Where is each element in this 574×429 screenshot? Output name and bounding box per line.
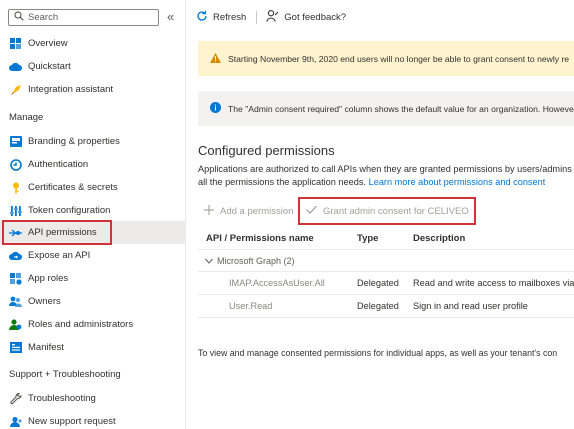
refresh-label: Refresh <box>213 11 247 23</box>
learn-more-link[interactable]: Learn more about permissions and consent <box>369 177 546 187</box>
key-icon <box>9 181 22 194</box>
page-section-title: Configured permissions <box>198 143 335 158</box>
sidebar-item-label: Owners <box>28 296 61 307</box>
branding-icon <box>9 135 22 148</box>
grid-icon <box>9 37 22 50</box>
sidebar-item-label: Overview <box>28 38 68 49</box>
search-box[interactable] <box>8 9 159 26</box>
token-icon <box>9 204 22 217</box>
highlight-grant-consent <box>298 197 476 225</box>
info-banner: The "Admin consent required" column show… <box>198 91 574 126</box>
column-header-type[interactable]: Type <box>357 233 378 244</box>
search-input[interactable] <box>28 12 148 23</box>
roles-icon <box>9 318 22 331</box>
description-line-2-text: all the permissions the application need… <box>198 177 367 187</box>
warning-icon <box>210 52 221 65</box>
cloud-icon <box>9 60 22 73</box>
sidebar-item-label: Certificates & secrets <box>28 182 118 193</box>
sidebar-item-label: Expose an API <box>28 250 91 261</box>
permission-description: Read and write access to mailboxes via <box>413 278 574 288</box>
description-line-1: Applications are authorized to call APIs… <box>198 164 572 174</box>
collapse-sidebar-icon[interactable]: « <box>167 9 174 24</box>
plus-icon <box>204 205 214 218</box>
add-permission-label: Add a permission <box>220 206 294 217</box>
sidebar-item-label: Branding & properties <box>28 136 120 147</box>
table-row[interactable]: IMAP.AccessAsUser.All Delegated Read and… <box>198 272 574 295</box>
rocket-icon <box>9 83 22 96</box>
sidebar-item-label: Troubleshooting <box>28 393 96 404</box>
info-text: The "Admin consent required" column show… <box>228 103 574 114</box>
search-icon <box>14 11 24 24</box>
owners-icon <box>9 295 22 308</box>
toolbar-divider <box>256 10 258 24</box>
sidebar-item-troubleshooting[interactable]: Troubleshooting <box>0 387 186 410</box>
feedback-icon <box>266 9 279 25</box>
sidebar-item-new-support-request[interactable]: New support request <box>0 410 186 429</box>
sidebar-item-branding[interactable]: Branding & properties <box>0 130 186 153</box>
authentication-icon <box>9 158 22 171</box>
toolbar: Refresh Got feedback? <box>196 7 346 27</box>
sidebar: « Overview Quickstart Integration assist… <box>0 0 186 429</box>
highlight-api-permissions <box>2 220 112 245</box>
sidebar-item-quickstart[interactable]: Quickstart <box>0 55 186 78</box>
feedback-button[interactable]: Got feedback? <box>266 9 347 25</box>
microsoft-graph-group-row[interactable]: Microsoft Graph (2) <box>198 250 574 272</box>
sidebar-item-label: Manifest <box>28 342 64 353</box>
table-row[interactable]: User.Read Delegated Sign in and read use… <box>198 295 574 318</box>
sidebar-item-label: Authentication <box>28 159 89 170</box>
sidebar-item-token-configuration[interactable]: Token configuration <box>0 199 186 222</box>
column-header-description[interactable]: Description <box>413 233 465 244</box>
sidebar-item-app-roles[interactable]: App roles <box>0 267 186 290</box>
permissions-table-header: API / Permissions name Type Description <box>198 228 574 250</box>
manage-section-title: Manage <box>9 112 44 123</box>
group-label: Microsoft Graph (2) <box>217 255 295 266</box>
sidebar-item-expose-api[interactable]: Expose an API <box>0 244 186 267</box>
column-header-name[interactable]: API / Permissions name <box>206 233 314 244</box>
refresh-icon <box>196 10 208 25</box>
chevron-down-icon <box>205 256 213 266</box>
description-line-2: all the permissions the application need… <box>198 176 574 189</box>
wrench-icon <box>9 392 22 405</box>
consented-permissions-note: To view and manage consented permissions… <box>198 348 558 358</box>
support-icon <box>9 415 22 428</box>
warning-banner: Starting November 9th, 2020 end users wi… <box>198 41 574 76</box>
manifest-icon <box>9 341 22 354</box>
sidebar-item-label: Roles and administrators <box>28 319 134 330</box>
sidebar-item-authentication[interactable]: Authentication <box>0 153 186 176</box>
sidebar-item-roles-administrators[interactable]: Roles and administrators <box>0 313 186 336</box>
sidebar-item-label: New support request <box>28 416 116 427</box>
sidebar-item-certificates-secrets[interactable]: Certificates & secrets <box>0 176 186 199</box>
feedback-label: Got feedback? <box>284 11 347 23</box>
sidebar-item-label: Quickstart <box>28 61 71 72</box>
sidebar-item-label: Integration assistant <box>28 84 114 95</box>
sidebar-item-manifest[interactable]: Manifest <box>0 336 186 359</box>
sidebar-item-owners[interactable]: Owners <box>0 290 186 313</box>
permission-description: Sign in and read user profile <box>413 301 528 311</box>
expose-api-icon <box>9 249 22 262</box>
permission-type: Delegated <box>357 301 399 311</box>
permission-name[interactable]: IMAP.AccessAsUser.All <box>229 278 325 288</box>
refresh-button[interactable]: Refresh <box>196 10 246 25</box>
permission-type: Delegated <box>357 278 399 288</box>
permissions-description: Applications are authorized to call APIs… <box>198 163 574 189</box>
add-permission-button[interactable]: Add a permission <box>204 205 293 218</box>
sidebar-item-integration-assistant[interactable]: Integration assistant <box>0 78 186 101</box>
sidebar-item-overview[interactable]: Overview <box>0 32 186 55</box>
permission-name[interactable]: User.Read <box>229 301 272 311</box>
warning-text: Starting November 9th, 2020 end users wi… <box>228 53 570 64</box>
info-icon <box>210 102 221 115</box>
support-section-title: Support + Troubleshooting <box>9 369 121 380</box>
sidebar-item-label: App roles <box>28 273 69 284</box>
app-roles-icon <box>9 272 22 285</box>
sidebar-item-label: Token configuration <box>28 205 111 216</box>
